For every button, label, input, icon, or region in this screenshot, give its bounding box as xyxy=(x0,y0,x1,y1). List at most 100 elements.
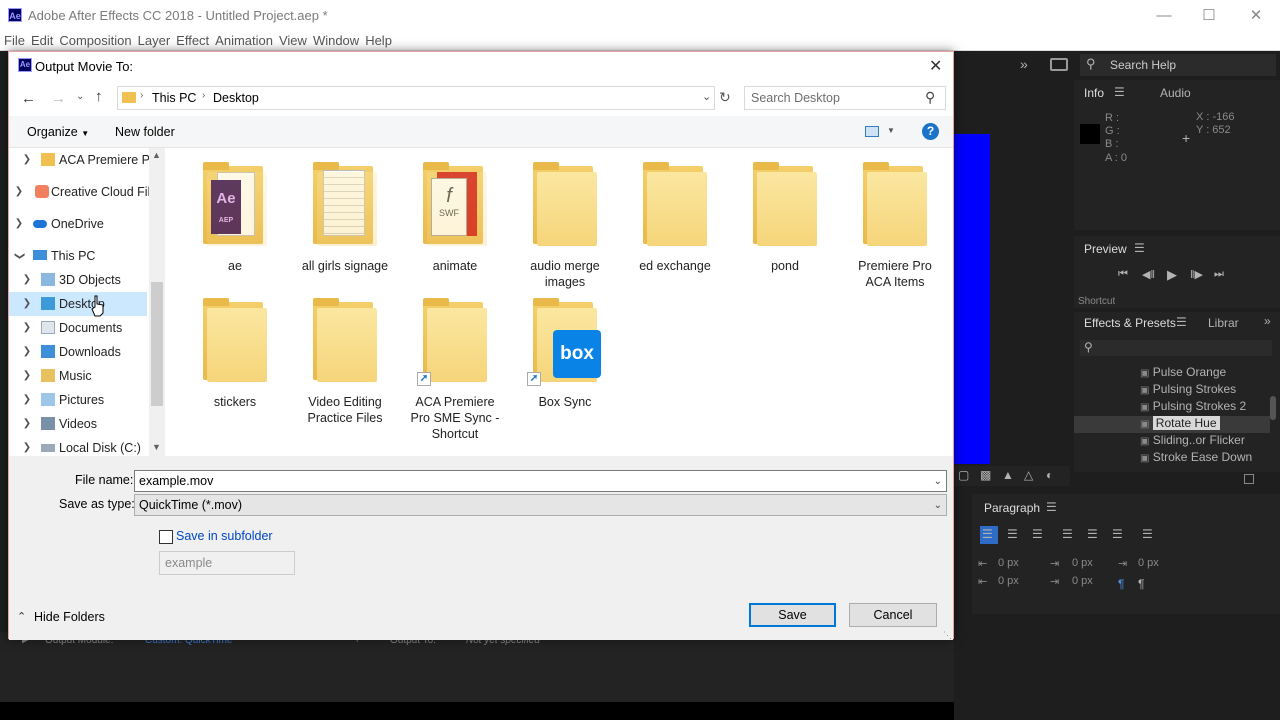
indent-left-value[interactable]: 0 px xyxy=(998,557,1019,569)
minimize-icon[interactable]: — xyxy=(1154,6,1174,26)
cancel-button[interactable]: Cancel xyxy=(849,603,937,627)
list-item[interactable]: ▣ Pulsing Strokes 2 xyxy=(1140,399,1252,416)
panel-menu-icon[interactable]: ☰ xyxy=(1176,315,1187,329)
breadcrumb-desktop[interactable]: Desktop xyxy=(213,91,259,105)
composition-viewer[interactable] xyxy=(954,134,990,464)
tree-item-creative-cloud[interactable]: ❯ Creative Cloud File xyxy=(9,180,149,204)
panel-overflow-icon[interactable]: » xyxy=(1264,314,1271,328)
space-after-value[interactable]: 0 px xyxy=(1072,575,1093,587)
scroll-down-icon[interactable]: ▼ xyxy=(152,442,161,452)
menu-layer[interactable]: Layer xyxy=(135,32,174,50)
view-options-icon[interactable] xyxy=(865,126,879,137)
chevron-right-icon[interactable]: ❯ xyxy=(21,268,33,292)
folder-aca-premiere-pro-sme-sync-shortcut[interactable]: ➚ ACA Premiere Pro SME Sync - Shortcut xyxy=(405,298,505,442)
forward-arrow-icon[interactable]: → xyxy=(51,90,66,107)
panel-menu-icon[interactable]: ☰ xyxy=(1046,500,1057,514)
menu-edit[interactable]: Edit xyxy=(28,32,56,50)
transparency-grid-icon[interactable]: ▩ xyxy=(980,468,991,482)
list-item[interactable]: ▣ Stroke Ease Down xyxy=(1140,450,1252,467)
close-icon[interactable]: ✕ xyxy=(929,56,942,76)
previous-frame-icon[interactable]: ◀‖ xyxy=(1142,268,1155,281)
new-folder-icon[interactable] xyxy=(1244,474,1254,484)
rtl-direction-icon[interactable]: ¶ xyxy=(1138,577,1144,591)
folder-premiere-pro-aca-items[interactable]: Premiere Pro ACA Items xyxy=(845,162,945,290)
tree-item-pictures[interactable]: ❯ Pictures xyxy=(9,388,149,412)
chevron-down-icon[interactable]: ❯ xyxy=(9,250,31,262)
chevron-right-icon[interactable]: ❯ xyxy=(13,180,25,204)
save-in-subfolder-checkbox[interactable] xyxy=(159,530,173,544)
tab-audio[interactable]: Audio xyxy=(1160,86,1191,100)
menu-composition[interactable]: Composition xyxy=(56,32,134,50)
chevron-down-icon[interactable]: ⌄ xyxy=(702,90,711,103)
tab-libraries[interactable]: Librar xyxy=(1208,316,1239,330)
save-button[interactable]: Save xyxy=(749,603,836,627)
menu-effect[interactable]: Effect xyxy=(173,32,212,50)
tree-item-this-pc[interactable]: ❯ This PC xyxy=(9,244,149,268)
tree-item-documents[interactable]: ❯ Documents xyxy=(9,316,149,340)
tree-item-onedrive[interactable]: ❯ OneDrive xyxy=(9,212,149,236)
list-item[interactable]: ▣ Sliding..or Flicker xyxy=(1140,433,1252,450)
tab-info[interactable]: Info xyxy=(1084,86,1104,100)
panel-menu-icon[interactable]: ☰ xyxy=(1134,241,1145,255)
tab-effects-presets[interactable]: Effects & Presets xyxy=(1084,316,1176,330)
subfolder-name-input[interactable]: example xyxy=(159,551,295,575)
folder-box-sync[interactable]: box ➚ Box Sync xyxy=(515,298,615,410)
justify-center-icon[interactable]: ☰ xyxy=(1087,527,1098,541)
network-icon[interactable]: △ xyxy=(1024,468,1033,482)
justify-all-icon[interactable]: ☰ xyxy=(1142,527,1153,541)
chevron-up-icon[interactable]: ⌃ xyxy=(17,610,26,623)
refresh-icon[interactable]: ↻ xyxy=(719,89,731,106)
workspace-overflow-icon[interactable]: » xyxy=(1020,56,1028,72)
folder-ed-exchange[interactable]: ed exchange xyxy=(625,162,725,274)
scrollbar-thumb[interactable] xyxy=(151,282,163,406)
align-right-icon[interactable]: ☰ xyxy=(1032,527,1043,541)
workspace-icon[interactable] xyxy=(1050,58,1068,71)
tree-item-videos[interactable]: ❯ Videos xyxy=(9,412,149,436)
scroll-up-icon[interactable]: ▲ xyxy=(152,150,161,160)
menu-animation[interactable]: Animation xyxy=(212,32,276,50)
close-window-icon[interactable]: ✕ xyxy=(1246,6,1266,26)
tree-item-desktop[interactable]: ❯ Desktop xyxy=(9,292,147,316)
indent-right-value[interactable]: 0 px xyxy=(1072,557,1093,569)
play-icon[interactable]: ▶ xyxy=(1167,267,1177,283)
address-bar[interactable]: › This PC › Desktop ⌄ xyxy=(117,86,715,110)
chevron-right-icon[interactable]: ❯ xyxy=(21,316,33,340)
new-folder-button[interactable]: New folder xyxy=(115,125,175,139)
chevron-right-icon[interactable]: ❯ xyxy=(21,148,33,172)
region-icon[interactable]: ▢ xyxy=(958,468,969,482)
channel-icon[interactable]: ▲ xyxy=(1002,468,1014,482)
back-arrow-icon[interactable]: ← xyxy=(21,90,36,107)
breadcrumb-this-pc[interactable]: This PC xyxy=(152,91,196,105)
align-center-icon[interactable]: ☰ xyxy=(1007,527,1018,541)
panel-menu-icon[interactable]: ☰ xyxy=(1114,85,1125,99)
list-item[interactable]: ▣ Rotate Hue xyxy=(1140,416,1252,433)
organize-button[interactable]: Organize ▼ xyxy=(27,125,89,139)
maximize-icon[interactable]: ☐ xyxy=(1199,6,1219,26)
list-item[interactable]: ▣ Pulse Orange xyxy=(1140,365,1252,382)
tree-item-downloads[interactable]: ❯ Downloads xyxy=(9,340,149,364)
folder-stickers[interactable]: stickers xyxy=(185,298,285,410)
tree-item-3d-objects[interactable]: ❯ 3D Objects xyxy=(9,268,149,292)
first-frame-icon[interactable]: ⏮ xyxy=(1118,268,1128,281)
folder-all-girls-signage[interactable]: all girls signage xyxy=(295,162,395,274)
ltr-direction-icon[interactable]: ¶ xyxy=(1118,577,1124,591)
justify-left-icon[interactable]: ☰ xyxy=(1062,527,1073,541)
chevron-right-icon[interactable]: ❯ xyxy=(13,212,25,236)
hide-folders-button[interactable]: Hide Folders xyxy=(34,610,105,624)
chevron-down-icon[interactable]: ▼ xyxy=(887,126,895,135)
list-item[interactable]: ▣ Pulsing Strokes xyxy=(1140,382,1252,399)
menu-window[interactable]: Window xyxy=(310,32,362,50)
help-icon[interactable]: ? xyxy=(922,123,939,140)
file-name-input[interactable]: example.mov ⌄ xyxy=(134,470,947,492)
next-frame-icon[interactable]: ‖▶ xyxy=(1190,268,1203,281)
chevron-down-icon[interactable]: ⌄ xyxy=(934,472,942,492)
search-desktop-input[interactable]: Search Desktop ⚲ xyxy=(744,86,946,110)
resize-grip-icon[interactable]: ⋱ xyxy=(943,630,952,641)
chevron-right-icon[interactable]: ❯ xyxy=(21,364,33,388)
space-before-value[interactable]: 0 px xyxy=(998,575,1019,587)
menu-file[interactable]: File xyxy=(0,32,28,50)
effects-search-input[interactable]: ⚲ xyxy=(1080,340,1272,356)
search-help-field[interactable]: ⚲ Search Help xyxy=(1080,54,1276,76)
up-arrow-icon[interactable]: ↑ xyxy=(95,88,103,105)
menu-view[interactable]: View xyxy=(276,32,310,50)
